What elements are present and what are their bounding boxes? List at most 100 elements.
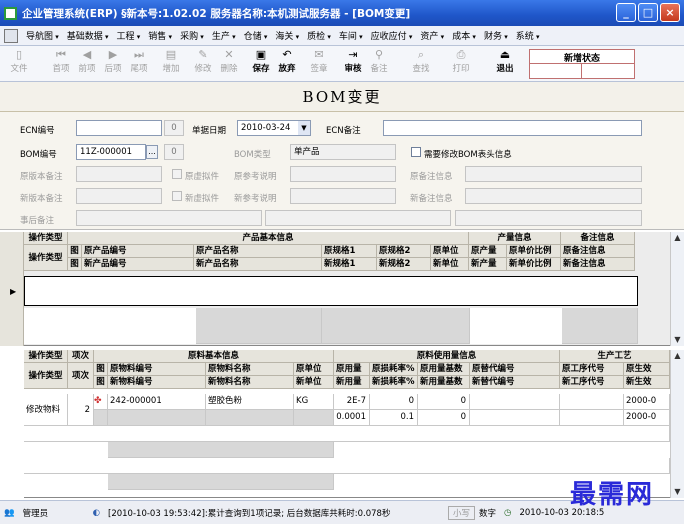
maximize-button[interactable]: □: [638, 3, 658, 22]
g2-new-date-cell[interactable]: 2000-0: [624, 410, 670, 426]
menu-production[interactable]: 生产: [208, 29, 240, 42]
g2-empty-row-2: [24, 458, 670, 474]
save-button[interactable]: ▣ 保存: [248, 48, 274, 74]
g1-basic-group: 产品基本信息: [68, 232, 469, 245]
ecn-spin[interactable]: 0: [164, 120, 184, 136]
new-ref-input[interactable]: [290, 188, 396, 204]
need-modify-label: 需要修改BOM表头信息: [424, 150, 512, 160]
g2-orig-base-cell[interactable]: 0: [418, 394, 470, 410]
menu-sales[interactable]: 销售: [144, 29, 176, 42]
bom-spin[interactable]: 0: [164, 144, 184, 160]
menu-customs[interactable]: 海关: [271, 29, 303, 42]
add-button[interactable]: ▤ 增加: [158, 48, 184, 74]
need-modify-checkbox[interactable]: [411, 147, 421, 157]
last-record-button[interactable]: ⏭ 尾项: [126, 48, 152, 74]
orig-note-input[interactable]: [76, 166, 162, 182]
file-icon: ▯: [15, 48, 23, 61]
menu-basic-data[interactable]: 基础数据: [63, 29, 113, 42]
first-record-button[interactable]: ⏮ 首项: [48, 48, 74, 74]
bom-type-input[interactable]: 单产品: [290, 144, 396, 160]
dropdown-arrow-icon[interactable]: ▼: [298, 121, 310, 135]
ecn-note-input[interactable]: [383, 120, 642, 136]
g2-orig-loss-cell[interactable]: 0: [370, 394, 418, 410]
menu-cost[interactable]: 成本: [448, 29, 480, 42]
print-button[interactable]: ⎙ 打印: [448, 48, 474, 74]
scroll-down-icon[interactable]: ▼: [671, 334, 684, 346]
g1-remark-group: 备注信息: [561, 232, 635, 245]
prev-record-button[interactable]: ◀ 前项: [74, 48, 100, 74]
g2-unit-cell[interactable]: KG: [294, 394, 334, 410]
new-note-label: 新版本备注: [20, 194, 63, 204]
status-user: 管理员: [22, 508, 49, 519]
g2-new-loss-cell[interactable]: 0.1: [370, 410, 418, 426]
menu-qc[interactable]: 质检: [303, 29, 335, 42]
scroll-up-icon[interactable]: ▲: [671, 350, 684, 362]
g2-op-cell[interactable]: 修改物料: [24, 394, 68, 426]
g2-new-unit-cell[interactable]: [294, 410, 334, 426]
edit-button[interactable]: ✎ 修改: [190, 48, 216, 74]
g2-seq-cell[interactable]: 2: [68, 394, 94, 426]
find-button[interactable]: ⌕ 查找: [408, 48, 434, 74]
minimize-button[interactable]: _: [616, 3, 636, 22]
g2-orig-qty-cell[interactable]: 2E-7: [334, 394, 370, 410]
g2-new-material-no-cell[interactable]: [108, 410, 206, 426]
orig-virtual-checkbox[interactable]: [172, 169, 182, 179]
new-note-input[interactable]: [76, 188, 162, 204]
post-note-input-3[interactable]: [455, 210, 642, 226]
menu-grip-icon: [4, 28, 18, 43]
sign-button[interactable]: ✉ 签章: [306, 48, 332, 74]
g2-orig-loss-header: 原损耗率%: [370, 363, 418, 376]
scroll-up-icon[interactable]: ▲: [671, 232, 684, 244]
g1-new-name-header: 新产品名称: [194, 258, 322, 271]
g2-new-op-cell[interactable]: [560, 410, 624, 426]
menu-engineering[interactable]: 工程: [113, 29, 145, 42]
audit-button[interactable]: ⇥ 审核: [340, 48, 366, 74]
orig-ref-input[interactable]: [290, 166, 396, 182]
menu-assets[interactable]: 资产: [416, 29, 448, 42]
g2-material-no-cell[interactable]: 242-000001: [108, 394, 206, 410]
g2-orig-op-cell[interactable]: [560, 394, 624, 410]
close-button[interactable]: ×: [660, 3, 680, 22]
menu-system[interactable]: 系统: [512, 29, 544, 42]
date-input[interactable]: 2010-03-24 ▼: [237, 120, 311, 136]
next-record-button[interactable]: ▶ 后项: [100, 48, 126, 74]
g2-pic-cell[interactable]: ✤: [94, 394, 108, 410]
record-status-box: 新增状态: [529, 49, 635, 79]
bom-no-input[interactable]: 11Z-000001: [76, 144, 146, 160]
g2-new-base-cell[interactable]: 0: [418, 410, 470, 426]
orig-note-label: 原版本备注: [20, 172, 63, 182]
g1-new-unit-header: 新单位: [431, 258, 469, 271]
clock-icon: ◷: [504, 507, 512, 518]
post-note-input-1[interactable]: [76, 210, 262, 226]
scroll-down-icon[interactable]: ▼: [671, 486, 684, 498]
g2-orig-sub-cell[interactable]: [470, 394, 560, 410]
new-virtual-checkbox[interactable]: [172, 191, 182, 201]
exit-button[interactable]: ⏏ 退出: [492, 48, 518, 74]
menu-finance[interactable]: 财务: [480, 29, 512, 42]
g1-vertical-scrollbar[interactable]: ▲ ▼: [670, 232, 684, 346]
new-remark-input[interactable]: [465, 188, 642, 204]
menu-workshop[interactable]: 车间: [335, 29, 367, 42]
ecn-no-input[interactable]: [76, 120, 162, 136]
g1-table-row[interactable]: [24, 276, 638, 306]
g2-new-qty-cell[interactable]: 0.0001: [334, 410, 370, 426]
file-button[interactable]: ▯ 文件: [6, 48, 32, 74]
menu-purchase[interactable]: 采购: [176, 29, 208, 42]
g2-material-name-cell[interactable]: 塑胶色粉: [206, 394, 294, 410]
orig-remark-input[interactable]: [465, 166, 642, 182]
menu-nav[interactable]: 导航图: [22, 29, 63, 42]
menu-ar-ap[interactable]: 应收应付: [367, 29, 417, 42]
remark-button[interactable]: ⚲ 备注: [366, 48, 392, 74]
g2-new-material-name-cell[interactable]: [206, 410, 294, 426]
g1-pic-header-2: 图: [68, 258, 82, 271]
delete-button[interactable]: ✕ 删除: [216, 48, 242, 74]
post-note-input-2[interactable]: [265, 210, 451, 226]
g2-orig-date-cell[interactable]: 2000-0: [624, 394, 670, 410]
record-status-label: 新增状态: [530, 51, 634, 64]
g2-vertical-scrollbar[interactable]: ▲ ▼: [670, 350, 684, 498]
bom-lookup-button[interactable]: ...: [146, 145, 158, 159]
g2-new-sub-cell[interactable]: [470, 410, 560, 426]
discard-button[interactable]: ↶ 放弃: [274, 48, 300, 74]
g2-new-qty-header: 新用量: [334, 376, 370, 389]
menu-warehouse[interactable]: 仓储: [240, 29, 272, 42]
